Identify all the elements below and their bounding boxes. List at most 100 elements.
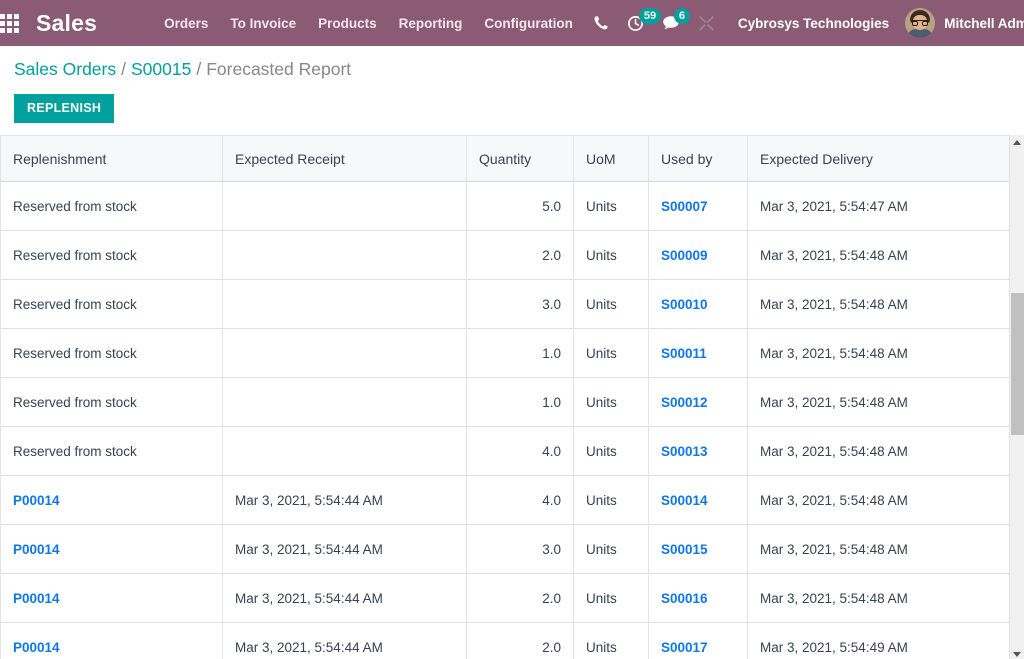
cell-expected-delivery[interactable]: Mar 3, 2021, 5:54:48 AM [747, 573, 1010, 623]
cell-used-by[interactable]: S00017 [648, 622, 748, 659]
vertical-scrollbar[interactable] [1009, 135, 1024, 659]
debug-tools-button[interactable] [689, 0, 724, 46]
cell-replenishment-link[interactable]: P00014 [13, 493, 60, 508]
cell-expected-delivery[interactable]: Mar 3, 2021, 5:54:48 AM [747, 279, 1010, 329]
breadcrumb-item-sales-orders[interactable]: Sales Orders [14, 59, 116, 79]
cell-replenishment[interactable]: Reserved from stock [0, 377, 223, 427]
replenish-button[interactable]: Replenish [14, 94, 115, 123]
cell-quantity[interactable]: 3.0 [466, 524, 574, 574]
cell-used-by[interactable]: S00015 [648, 524, 748, 574]
table-row[interactable]: P00014 Mar 3, 2021, 5:54:44 AM 2.0 Units S00… [0, 622, 1010, 659]
scroll-down-arrow-icon[interactable] [1010, 647, 1024, 659]
apps-menu-button[interactable] [0, 0, 19, 46]
cell-replenishment[interactable]: P00014 [0, 524, 223, 574]
table-row[interactable]: Reserved from stock 1.0 Units S00012 Mar 3, … [0, 377, 1010, 427]
cell-used-by-link[interactable]: S00017 [661, 640, 708, 655]
table-row[interactable]: Reserved from stock 3.0 Units S00010 Mar 3, … [0, 279, 1010, 329]
column-header-used-by[interactable]: Used by [648, 135, 748, 182]
cell-quantity[interactable]: 3.0 [466, 279, 574, 329]
messages-button[interactable]: 6 [653, 0, 691, 46]
cell-used-by[interactable]: S00007 [648, 181, 748, 231]
table-row[interactable]: Reserved from stock 5.0 Units S00007 Mar 3, … [0, 181, 1010, 231]
app-brand-sales[interactable]: Sales [36, 10, 97, 37]
user-menu-button[interactable]: Mitchell Admin [903, 8, 1024, 38]
cell-used-by-link[interactable]: S00016 [661, 591, 708, 606]
cell-uom[interactable]: Units [573, 475, 649, 525]
cell-expected-receipt[interactable] [222, 181, 467, 231]
cell-used-by[interactable]: S00016 [648, 573, 748, 623]
column-header-uom[interactable]: UoM [573, 135, 649, 182]
cell-expected-delivery[interactable]: Mar 3, 2021, 5:54:48 AM [747, 524, 1010, 574]
cell-expected-receipt[interactable]: Mar 3, 2021, 5:54:44 AM [222, 573, 467, 623]
cell-quantity[interactable]: 2.0 [466, 622, 574, 659]
cell-used-by-link[interactable]: S00012 [661, 395, 708, 410]
cell-expected-delivery[interactable]: Mar 3, 2021, 5:54:48 AM [747, 475, 1010, 525]
cell-uom[interactable]: Units [573, 573, 649, 623]
table-row[interactable]: Reserved from stock 4.0 Units S00013 Mar 3, … [0, 426, 1010, 476]
table-row[interactable]: P00014 Mar 3, 2021, 5:54:44 AM 2.0 Units S00… [0, 573, 1010, 623]
company-switcher[interactable]: Cybrosys Technologies [724, 16, 903, 31]
column-header-quantity[interactable]: Quantity [466, 135, 574, 182]
cell-used-by[interactable]: S00010 [648, 279, 748, 329]
scrollbar-thumb[interactable] [1011, 293, 1024, 435]
cell-expected-receipt[interactable] [222, 230, 467, 280]
menu-item-to-invoice[interactable]: To Invoice [219, 10, 307, 37]
phone-button[interactable] [584, 0, 618, 46]
menu-item-configuration[interactable]: Configuration [473, 10, 583, 37]
table-row[interactable]: P00014 Mar 3, 2021, 5:54:44 AM 3.0 Units S00… [0, 524, 1010, 574]
cell-expected-delivery[interactable]: Mar 3, 2021, 5:54:49 AM [747, 622, 1010, 659]
cell-used-by[interactable]: S00014 [648, 475, 748, 525]
cell-replenishment[interactable]: P00014 [0, 573, 223, 623]
cell-replenishment[interactable]: Reserved from stock [0, 230, 223, 280]
cell-uom[interactable]: Units [573, 524, 649, 574]
cell-expected-receipt[interactable] [222, 279, 467, 329]
menu-item-orders[interactable]: Orders [153, 10, 219, 37]
column-header-replenishment[interactable]: Replenishment [0, 135, 223, 182]
cell-expected-delivery[interactable]: Mar 3, 2021, 5:54:48 AM [747, 426, 1010, 476]
cell-replenishment-link[interactable]: P00014 [13, 640, 60, 655]
cell-uom[interactable]: Units [573, 426, 649, 476]
cell-quantity[interactable]: 5.0 [466, 181, 574, 231]
cell-expected-delivery[interactable]: Mar 3, 2021, 5:54:48 AM [747, 377, 1010, 427]
cell-uom[interactable]: Units [573, 279, 649, 329]
cell-replenishment[interactable]: Reserved from stock [0, 328, 223, 378]
cell-replenishment[interactable]: Reserved from stock [0, 426, 223, 476]
cell-uom[interactable]: Units [573, 328, 649, 378]
cell-quantity[interactable]: 2.0 [466, 230, 574, 280]
cell-replenishment[interactable]: P00014 [0, 622, 223, 659]
cell-replenishment[interactable]: Reserved from stock [0, 279, 223, 329]
cell-used-by-link[interactable]: S00013 [661, 444, 708, 459]
cell-replenishment[interactable]: P00014 [0, 475, 223, 525]
table-row[interactable]: Reserved from stock 2.0 Units S00009 Mar 3, … [0, 230, 1010, 280]
cell-uom[interactable]: Units [573, 377, 649, 427]
table-row[interactable]: P00014 Mar 3, 2021, 5:54:44 AM 4.0 Units S00… [0, 475, 1010, 525]
cell-expected-receipt[interactable] [222, 377, 467, 427]
cell-expected-receipt[interactable]: Mar 3, 2021, 5:54:44 AM [222, 475, 467, 525]
cell-expected-receipt[interactable]: Mar 3, 2021, 5:54:44 AM [222, 524, 467, 574]
menu-item-products[interactable]: Products [307, 10, 388, 37]
cell-expected-receipt[interactable] [222, 328, 467, 378]
activities-button[interactable]: 59 [618, 0, 662, 46]
cell-expected-delivery[interactable]: Mar 3, 2021, 5:54:48 AM [747, 328, 1010, 378]
cell-replenishment[interactable]: Reserved from stock [0, 181, 223, 231]
cell-quantity[interactable]: 1.0 [466, 328, 574, 378]
cell-expected-receipt[interactable] [222, 426, 467, 476]
menu-item-reporting[interactable]: Reporting [388, 10, 474, 37]
cell-used-by-link[interactable]: S00010 [661, 297, 708, 312]
cell-used-by-link[interactable]: S00009 [661, 248, 708, 263]
column-header-expected-receipt[interactable]: Expected Receipt [222, 135, 467, 182]
scroll-up-arrow-icon[interactable] [1010, 135, 1024, 150]
cell-expected-delivery[interactable]: Mar 3, 2021, 5:54:48 AM [747, 230, 1010, 280]
cell-used-by[interactable]: S00013 [648, 426, 748, 476]
cell-uom[interactable]: Units [573, 181, 649, 231]
cell-used-by[interactable]: S00009 [648, 230, 748, 280]
cell-replenishment-link[interactable]: P00014 [13, 591, 60, 606]
cell-used-by-link[interactable]: S00007 [661, 199, 708, 214]
table-row[interactable]: Reserved from stock 1.0 Units S00011 Mar 3, … [0, 328, 1010, 378]
cell-quantity[interactable]: 2.0 [466, 573, 574, 623]
cell-uom[interactable]: Units [573, 230, 649, 280]
cell-quantity[interactable]: 1.0 [466, 377, 574, 427]
cell-expected-delivery[interactable]: Mar 3, 2021, 5:54:47 AM [747, 181, 1010, 231]
breadcrumb-item-s00015[interactable]: S00015 [131, 59, 191, 79]
cell-replenishment-link[interactable]: P00014 [13, 542, 60, 557]
